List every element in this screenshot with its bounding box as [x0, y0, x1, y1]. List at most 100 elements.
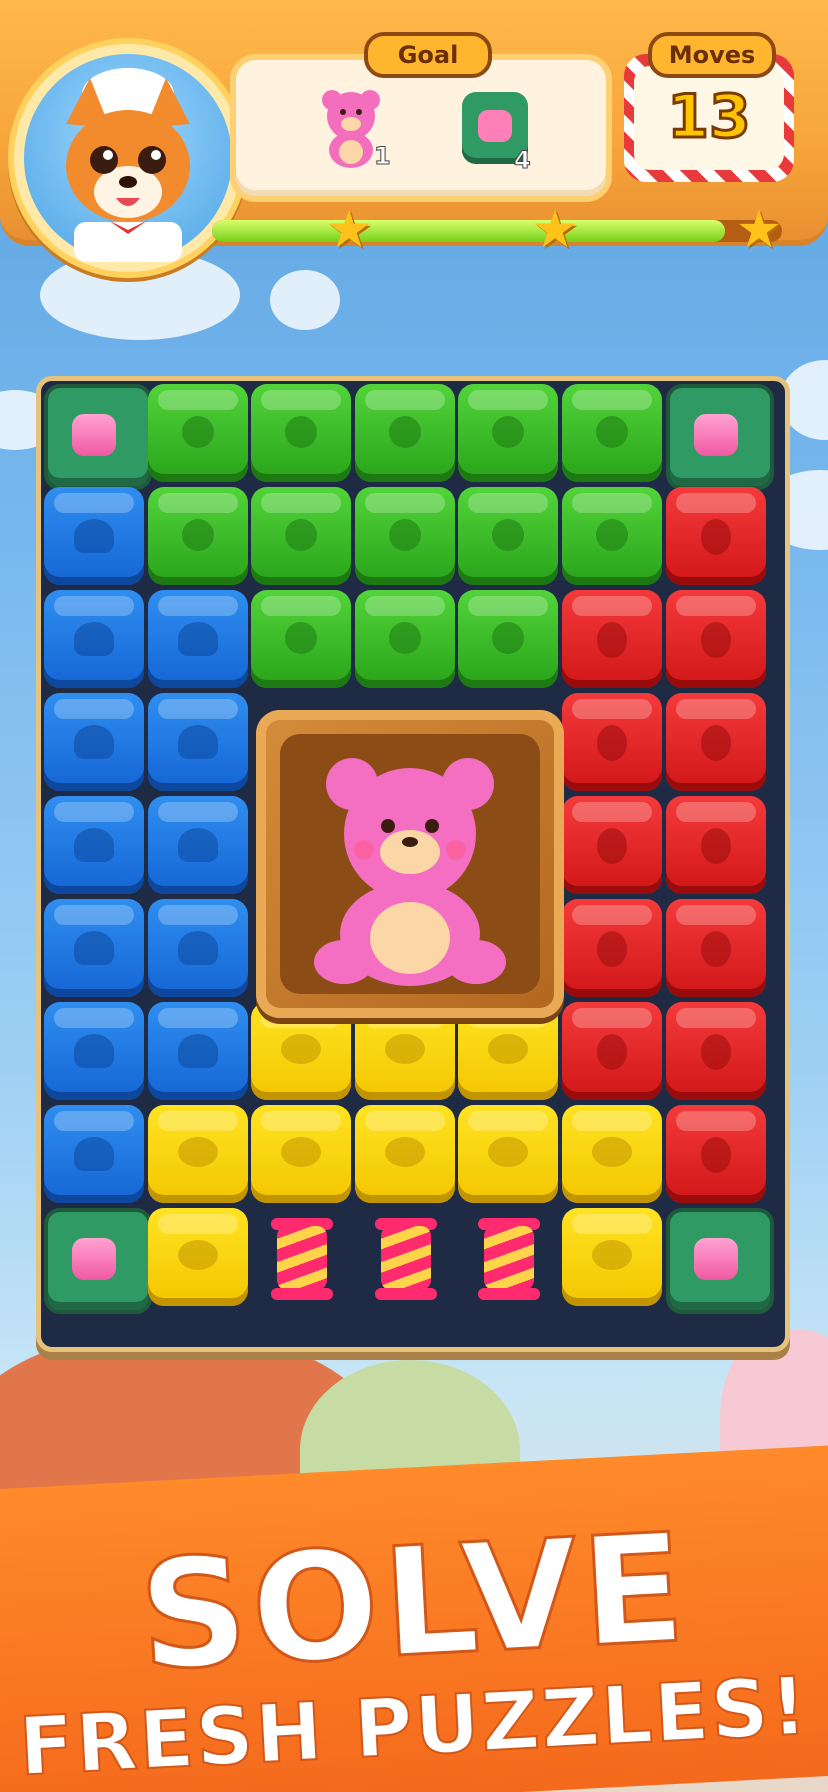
- red-tile[interactable]: [562, 796, 662, 894]
- moves-label: Moves: [648, 32, 776, 78]
- blue-cube-icon: [177, 1034, 218, 1068]
- red-tile[interactable]: [562, 899, 662, 997]
- red-tile[interactable]: [562, 1002, 662, 1100]
- score-progress-bar: [212, 220, 782, 242]
- yellow-tile[interactable]: [251, 1105, 352, 1203]
- moves-value: 13: [666, 81, 753, 154]
- game-screen: Goal 1 4 13 Moves ★ ★ ★ SOLVE FRESH PUZZ…: [0, 0, 828, 1792]
- green-cube-icon: [181, 519, 214, 551]
- yellow-tile[interactable]: [458, 1105, 559, 1203]
- yellow-cube-icon: [281, 1137, 322, 1167]
- red-tile[interactable]: [562, 693, 662, 791]
- green-tile[interactable]: [251, 384, 352, 482]
- yellow-tile[interactable]: [562, 1105, 662, 1203]
- green-cube-icon: [285, 519, 318, 551]
- red-tile[interactable]: [665, 1105, 766, 1203]
- cloud: [270, 270, 340, 330]
- blue-cube-icon: [74, 725, 114, 759]
- pink-bear-icon: [314, 758, 506, 986]
- blue-tile[interactable]: [44, 899, 144, 997]
- green-tile[interactable]: [354, 384, 455, 482]
- green-cube-icon: [596, 519, 628, 551]
- jelly-jar-icon: [693, 1238, 738, 1280]
- yellow-cube-icon: [592, 1137, 632, 1167]
- green-tile[interactable]: [562, 384, 662, 482]
- yellow-cube-icon: [384, 1137, 425, 1167]
- crate-inner: [280, 734, 540, 994]
- jelly-jar-icon: [693, 414, 738, 456]
- red-cube-icon: [700, 1137, 731, 1173]
- red-cube-icon: [700, 1034, 731, 1070]
- blue-tile[interactable]: [147, 693, 248, 791]
- blue-tile[interactable]: [147, 590, 248, 688]
- blue-tile[interactable]: [44, 487, 144, 585]
- red-cube-icon: [700, 725, 731, 761]
- green-tile[interactable]: [354, 590, 455, 688]
- red-tile[interactable]: [665, 899, 766, 997]
- blue-cube-icon: [74, 519, 114, 553]
- jar-tile[interactable]: [665, 384, 774, 490]
- red-cube-icon: [700, 828, 731, 864]
- green-tile[interactable]: [354, 487, 455, 585]
- jar-tile[interactable]: [44, 384, 152, 490]
- red-cube-icon: [597, 828, 627, 864]
- red-cube-icon: [700, 519, 731, 555]
- green-tile[interactable]: [562, 487, 662, 585]
- avatar[interactable]: [8, 38, 248, 278]
- blue-cube-icon: [74, 622, 114, 656]
- red-cube-icon: [700, 622, 731, 658]
- candy-rocket-icon[interactable]: [267, 1212, 337, 1304]
- jar-tile[interactable]: [665, 1208, 774, 1314]
- yellow-cube-icon: [177, 1137, 218, 1167]
- green-tile[interactable]: [458, 384, 559, 482]
- blue-tile[interactable]: [147, 899, 248, 997]
- green-cube-icon: [285, 416, 318, 448]
- red-tile[interactable]: [665, 590, 766, 688]
- star-icon: ★: [531, 200, 579, 260]
- yellow-tile[interactable]: [354, 1105, 455, 1203]
- blue-tile[interactable]: [44, 693, 144, 791]
- yellow-cube-icon: [592, 1240, 632, 1270]
- blue-cube-icon: [177, 725, 218, 759]
- green-cube-icon: [388, 416, 421, 448]
- red-tile[interactable]: [665, 693, 766, 791]
- green-tile[interactable]: [458, 487, 559, 585]
- red-tile[interactable]: [665, 796, 766, 894]
- blue-cube-icon: [74, 828, 114, 862]
- green-cube-icon: [181, 416, 214, 448]
- pink-bear-crate-icon[interactable]: [256, 710, 564, 1018]
- yellow-tile[interactable]: [147, 1105, 248, 1203]
- blue-tile[interactable]: [147, 1002, 248, 1100]
- yellow-tile[interactable]: [562, 1208, 662, 1306]
- blue-tile[interactable]: [44, 796, 144, 894]
- blue-cube-icon: [74, 1137, 114, 1171]
- candy-rocket-icon[interactable]: [474, 1212, 544, 1304]
- red-tile[interactable]: [665, 1002, 766, 1100]
- yellow-tile[interactable]: [147, 1208, 248, 1306]
- green-tile[interactable]: [147, 487, 248, 585]
- red-tile[interactable]: [562, 590, 662, 688]
- goal-tile-count: 4: [514, 146, 532, 175]
- red-cube-icon: [700, 931, 731, 967]
- green-tile[interactable]: [147, 384, 248, 482]
- candy-rocket-icon[interactable]: [371, 1212, 441, 1304]
- green-tile[interactable]: [458, 590, 559, 688]
- blue-tile[interactable]: [44, 1105, 144, 1203]
- jelly-jar-icon: [72, 1238, 116, 1280]
- green-cube-icon: [596, 416, 628, 448]
- red-tile[interactable]: [665, 487, 766, 585]
- blue-cube-icon: [74, 1034, 114, 1068]
- blue-tile[interactable]: [147, 796, 248, 894]
- green-tile[interactable]: [251, 487, 352, 585]
- blue-tile[interactable]: [44, 590, 144, 688]
- blue-cube-icon: [177, 931, 218, 965]
- green-cube-icon: [492, 416, 525, 448]
- green-tile[interactable]: [251, 590, 352, 688]
- jar-tile[interactable]: [44, 1208, 152, 1314]
- yellow-cube-icon: [488, 1034, 529, 1064]
- blue-tile[interactable]: [44, 1002, 144, 1100]
- jelly-jar-icon: [72, 414, 116, 456]
- red-cube-icon: [597, 1034, 627, 1070]
- moves-inner: 13: [634, 66, 784, 170]
- corgi-chef-icon: [24, 54, 232, 262]
